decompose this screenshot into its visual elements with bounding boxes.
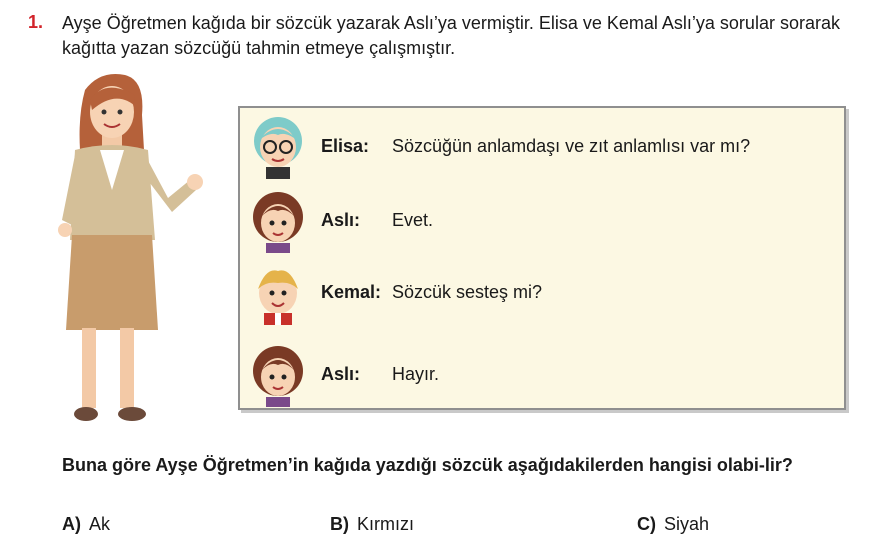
option-text: Ak xyxy=(89,514,111,534)
speaker-name: Kemal: xyxy=(321,282,382,302)
option-c[interactable]: C) Siyah xyxy=(637,514,709,535)
speaker-name: Aslı: xyxy=(321,210,361,230)
question-prompt: Buna göre Ayşe Öğretmen’in kağıda yazdığ… xyxy=(62,455,793,475)
dialog-row: Aslı: Evet. xyxy=(240,186,844,256)
girl-glasses-avatar xyxy=(254,117,302,179)
speaker-name: Elisa: xyxy=(321,136,370,156)
question-number: 1. xyxy=(28,12,44,32)
dialog-text: Sözcük sesteş mi? xyxy=(392,282,543,302)
option-text: Kırmızı xyxy=(357,514,414,534)
option-label: A) xyxy=(62,514,81,534)
teacher-illustration xyxy=(58,74,203,421)
dialog-text: Evet. xyxy=(392,210,434,230)
girl-avatar xyxy=(253,192,303,253)
option-label: B) xyxy=(330,514,349,534)
boy-avatar xyxy=(258,270,298,325)
dialog-text: Hayır. xyxy=(392,364,440,384)
option-label: C) xyxy=(637,514,656,534)
dialog-row: Kemal: Sözcük sesteş mi? xyxy=(240,258,844,328)
option-text: Siyah xyxy=(664,514,710,534)
question-stem: Ayşe Öğretmen kağıda bir sözcük yazarak … xyxy=(62,13,840,58)
girl-avatar xyxy=(253,346,303,407)
dialog-box: Elisa: Sözcüğün anlamdaşı ve zıt anlamlı… xyxy=(238,106,846,410)
dialog-text: Sözcüğün anlamdaşı ve zıt anlamlısı var … xyxy=(392,136,751,156)
option-b[interactable]: B) Kırmızı xyxy=(330,514,414,535)
speaker-name: Aslı: xyxy=(321,364,361,384)
dialog-row: Elisa: Sözcüğün anlamdaşı ve zıt anlamlı… xyxy=(240,112,844,182)
option-a[interactable]: A) Ak xyxy=(62,514,110,535)
dialog-row: Aslı: Hayır. xyxy=(240,340,844,410)
